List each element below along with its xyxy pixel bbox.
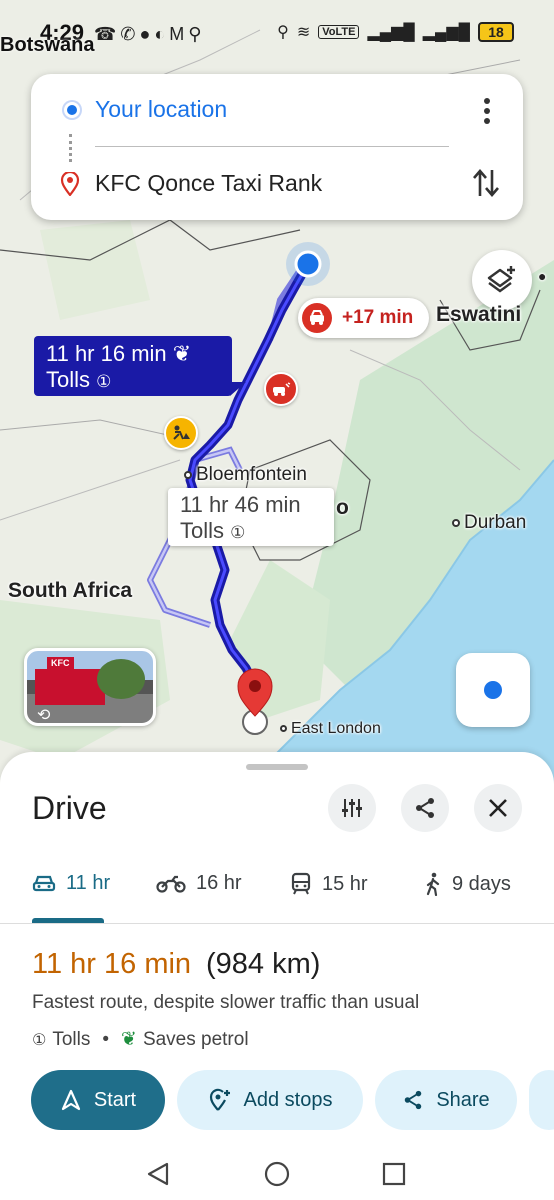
tolls-tag: Tolls [52,1028,91,1050]
traffic-delay-text: +17 min [342,307,414,328]
directions-sheet: Drive 11 hr 16 hr 15 hr 9 days 11 hr 16 … [0,752,554,1200]
share-button[interactable]: Share [375,1070,517,1130]
sheet-title: Drive [32,790,107,826]
crash-incident-icon[interactable] [264,372,298,406]
streetview-tree [97,659,145,699]
share-label: Share [436,1088,490,1111]
tab-walk-label: 9 days [452,872,511,895]
map-label-bloemfontein: Bloemfontein [184,464,307,486]
tab-drive-label: 11 hr [66,872,111,894]
route-description: Fastest route, despite slower traffic th… [32,992,420,1013]
route-alt-time: 11 hr 46 min [180,492,301,517]
sheet-drag-handle[interactable] [246,764,308,770]
route-main-tolls: Tolls [46,367,91,392]
system-icons: ⚲ ≋ VoLTE ▂▄▆█ ▂▄▆█ 18 [277,22,514,42]
tab-motorbike-label: 16 hr [196,872,242,894]
add-location-icon [209,1088,230,1111]
route-options-button[interactable] [328,784,376,832]
eco-leaf-icon: ❦ [172,341,192,366]
toll-icon: ① [96,372,112,391]
signal-icon-2: ▂▄▆█ [422,24,470,41]
map-label-o: o [336,496,349,519]
route-distance: (984 km) [206,948,321,980]
eco-tag: Saves petrol [142,1028,249,1050]
share-route-button[interactable] [401,784,449,832]
separator-dot: • [102,1028,110,1050]
start-label: Start [93,1088,137,1111]
toll-icon: ① [32,1031,47,1049]
destination-pin-icon [60,170,80,201]
tab-motorbike[interactable]: 16 hr [156,872,242,895]
map-dot-marker: ● [538,268,547,284]
map-label-botswana: Botswana [0,34,95,56]
layers-icon [487,266,515,293]
battery-icon: 18 [478,22,514,42]
streetview-sign: KFC [47,657,74,669]
signal-icon: ▂▄▆█ [367,24,415,41]
map-label-south-africa: South Africa [8,579,133,602]
travel-mode-tabs: 11 hr 16 hr 15 hr 9 days [0,862,554,924]
more-actions-button[interactable] [529,1070,554,1130]
transit-icon [291,872,311,895]
route-main-time: 11 hr 16 min [46,341,167,366]
share-icon [405,1090,422,1110]
back-icon[interactable] [141,1156,177,1192]
car-icon [32,875,56,891]
layers-button[interactable] [472,250,532,310]
wifi-icon: ≋ [296,24,311,41]
destination-field[interactable]: KFC Qonce Taxi Rank [95,170,322,197]
add-stops-button[interactable]: Add stops [177,1070,363,1130]
walk-icon [426,872,440,896]
route-card: Your location KFC Qonce Taxi Rank [31,74,523,220]
volte-badge: VoLTE [318,25,360,39]
tab-walk[interactable]: 9 days [424,872,511,896]
route-alt-tolls: Tolls [180,518,225,543]
streetview-building [35,669,105,705]
map-label-durban: Durban [452,512,526,534]
system-nav-bar [0,1150,554,1200]
tab-drive[interactable]: 11 hr [32,872,110,895]
my-location-button[interactable] [456,653,530,727]
origin-dot-icon [64,102,80,118]
alternate-route-callout[interactable]: 11 hr 46 min Tolls ① [168,488,334,546]
toll-icon: ① [230,523,246,542]
traffic-car-icon [302,303,332,333]
map-label-eswatini: Eswatini [436,303,522,326]
tab-transit[interactable]: 15 hr [290,872,368,896]
more-options-icon[interactable] [475,96,499,126]
my-location-icon [484,681,502,699]
location-icon: ⚲ [277,24,289,41]
recents-icon[interactable] [376,1156,412,1192]
tune-icon [342,799,362,817]
rotate-360-icon: ⟲ [37,707,51,724]
navigation-arrow-icon [61,1089,80,1111]
selected-route-callout[interactable]: 11 hr 16 min ❦ Tolls ① [34,336,246,396]
route-duration: 11 hr 16 min [32,948,192,980]
swap-icon[interactable] [471,166,501,200]
close-button[interactable] [474,784,522,832]
route-tags: ① Tolls • ❦ Saves petrol [32,1028,249,1051]
map-view[interactable]: 4:29 ☎✆●◐M⚲ ⚲ ≋ VoLTE ▂▄▆█ ▂▄▆█ 18 Botsw… [0,0,554,790]
traffic-delay-badge[interactable]: +17 min [298,298,430,338]
notification-icons: ☎✆●◐M⚲ [94,24,206,44]
add-stops-label: Add stops [243,1088,333,1111]
roadwork-incident-icon[interactable] [164,416,198,450]
motorbike-icon [156,875,186,893]
action-buttons: Start Add stops Share [31,1070,554,1130]
start-button[interactable]: Start [31,1070,165,1130]
map-label-east-london: East London [280,720,381,738]
field-divider [95,146,449,147]
origin-field[interactable]: Your location [95,96,227,123]
share-icon [416,798,434,818]
eco-leaf-icon: ❦ [121,1029,137,1050]
tab-transit-label: 15 hr [322,872,368,895]
active-tab-indicator [32,918,104,923]
route-connector [69,134,73,162]
street-view-thumbnail[interactable]: KFC ⟲ [24,648,156,726]
home-icon[interactable] [259,1156,295,1192]
close-icon [489,799,507,817]
